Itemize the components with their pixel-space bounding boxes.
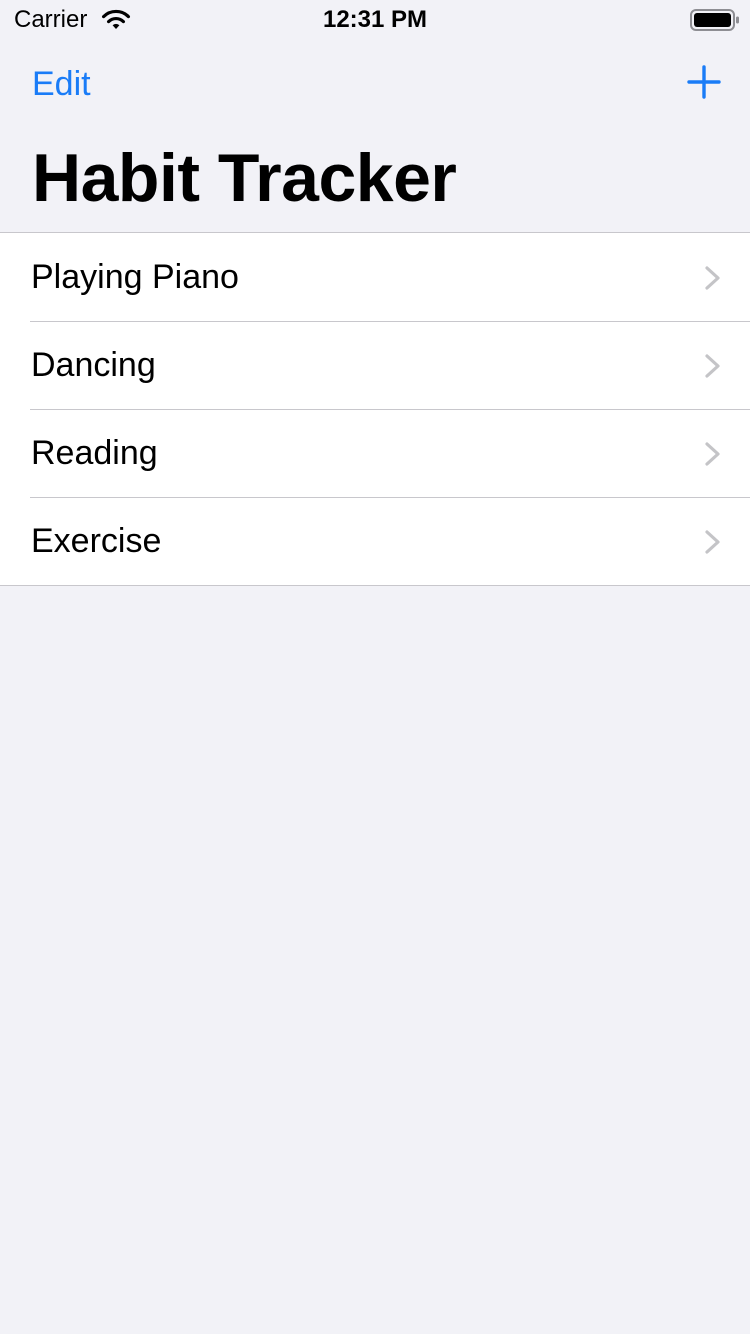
list-item[interactable]: Dancing (0, 321, 750, 409)
chevron-right-icon (705, 442, 720, 466)
plus-icon[interactable] (684, 62, 724, 102)
habit-list: Playing Piano Dancing Reading Exercise (0, 232, 750, 586)
list-item[interactable]: Exercise (0, 497, 750, 585)
list-item[interactable]: Playing Piano (0, 233, 750, 321)
list-item-label: Playing Piano (31, 258, 239, 296)
page-title: Habit Tracker (32, 140, 457, 216)
status-bar: Carrier 12:31 PM (0, 0, 750, 40)
chevron-right-icon (705, 354, 720, 378)
navigation-bar: Edit (0, 40, 750, 128)
chevron-right-icon (705, 530, 720, 554)
list-item-label: Dancing (31, 346, 156, 384)
edit-button[interactable]: Edit (32, 64, 91, 104)
battery-icon (690, 9, 739, 31)
status-time: 12:31 PM (322, 6, 428, 33)
list-item-label: Exercise (31, 522, 162, 560)
list-item-label: Reading (31, 434, 158, 472)
list-item[interactable]: Reading (0, 409, 750, 497)
chevron-right-icon (705, 266, 720, 290)
